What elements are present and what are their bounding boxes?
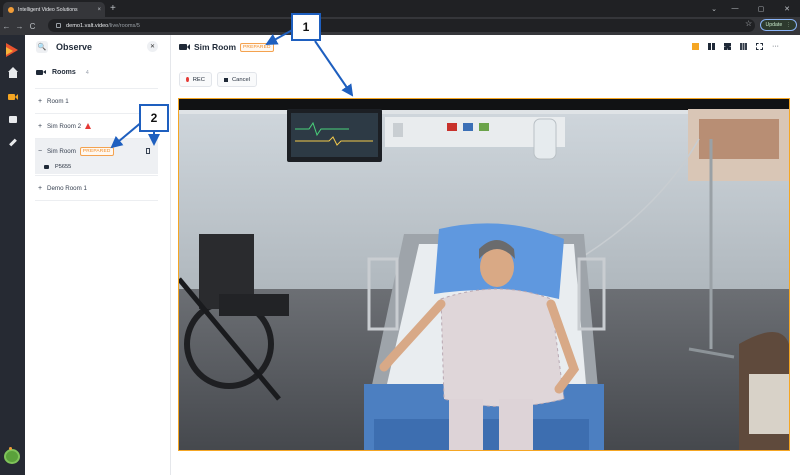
rooms-label: Rooms (52, 69, 76, 76)
layout-toolbar: ··· (692, 43, 779, 50)
maximize-icon[interactable]: ▢ (748, 0, 774, 17)
close-window-icon[interactable]: ✕ (774, 0, 800, 17)
record-dot-icon (186, 77, 189, 82)
collapse-icon[interactable]: − (35, 148, 45, 155)
split-view-icon[interactable] (708, 43, 715, 50)
live-video-feed[interactable] (178, 98, 790, 451)
bookmark-star-icon[interactable]: ☆ (745, 19, 752, 28)
fullscreen-icon[interactable] (756, 43, 763, 50)
reload-icon[interactable]: C (26, 22, 39, 31)
device-item-p5655[interactable]: P5655 (35, 159, 158, 174)
valt-logo-accent (6, 47, 13, 55)
single-view-icon[interactable] (692, 43, 699, 50)
sidebar-title: Observe (56, 42, 93, 52)
update-label: Update (765, 22, 783, 28)
cancel-label: Cancel (231, 76, 250, 83)
valt-favicon-icon (8, 6, 14, 13)
new-tab-button[interactable]: + (110, 3, 116, 15)
expand-icon[interactable]: + (35, 123, 45, 130)
device-name: P5655 (55, 163, 72, 170)
address-bar[interactable]: demo1.valt.video /live/rooms/5 (48, 19, 755, 32)
sim-room-camera-image (179, 99, 789, 450)
more-icon[interactable]: ··· (772, 43, 779, 50)
sidebar-header: 🔍 Observe ✕ (25, 35, 171, 60)
minimize-icon[interactable]: — (722, 0, 748, 17)
rooms-count: 4 (85, 69, 89, 76)
user-avatar-icon[interactable] (4, 447, 20, 464)
observe-camera-icon[interactable] (7, 91, 18, 102)
room-name: Sim Room 2 (47, 122, 82, 130)
app-rail (0, 35, 25, 475)
lock-icon[interactable] (56, 23, 61, 28)
forward-icon[interactable]: → (13, 22, 26, 31)
main-panel: Sim Room PREPARED ··· REC Cancel (171, 35, 800, 475)
tab-search-icon[interactable]: ⌄ (706, 0, 722, 17)
grid9-view-icon[interactable] (740, 43, 747, 50)
admin-key-icon[interactable] (7, 137, 18, 148)
prepared-badge: PREPARED (79, 146, 114, 156)
tab-title: Intelligent Video Solutions (18, 6, 78, 13)
room-name: Room 1 (47, 97, 69, 105)
browser-tab[interactable]: Intelligent Video Solutions × (3, 2, 105, 17)
prepared-badge: PREPARED (240, 42, 274, 52)
rooms-heading: Rooms 4 (36, 69, 89, 76)
room-item-demo-room-1[interactable]: + Demo Room 1 (35, 175, 158, 200)
camera-icon (36, 70, 46, 75)
room-name: Sim Room (47, 147, 76, 155)
warning-icon (85, 123, 92, 129)
observe-sidebar: 🔍 Observe ✕ Rooms 4 + Room 1 + Sim Room … (25, 35, 171, 475)
screen: Intelligent Video Solutions × + ⌄ — ▢ ✕ … (0, 0, 800, 475)
url-path: /live/rooms/5 (108, 22, 141, 29)
search-icon[interactable]: 🔍 (36, 41, 48, 53)
browser-toolbar: ← → C demo1.valt.video /live/rooms/5 (0, 17, 800, 35)
home-icon[interactable] (7, 67, 18, 79)
camera-icon (44, 164, 49, 169)
update-button[interactable]: Update ⋮ (760, 19, 797, 31)
grid4-view-icon[interactable] (724, 43, 731, 50)
room-header: Sim Room PREPARED (179, 42, 274, 52)
browser-tab-strip: Intelligent Video Solutions × + ⌄ — ▢ ✕ (0, 0, 800, 17)
rec-label: REC (192, 76, 205, 83)
expand-icon[interactable]: + (35, 98, 45, 105)
window-controls: ⌄ — ▢ ✕ (706, 0, 800, 17)
browser-menu-icon: ⋮ (786, 22, 792, 28)
tab-close-icon[interactable]: × (97, 7, 101, 13)
page-title: Sim Room (194, 42, 237, 52)
camera-icon (179, 44, 190, 50)
back-icon[interactable]: ← (0, 22, 13, 31)
callout-1: 1 (291, 13, 321, 41)
rec-button[interactable]: REC (179, 72, 212, 87)
recordings-film-icon[interactable] (7, 114, 18, 125)
callout-2: 2 (139, 104, 169, 132)
close-icon[interactable]: ✕ (147, 41, 158, 52)
list-divider (35, 200, 158, 201)
expand-icon[interactable]: + (35, 185, 45, 192)
stop-square-icon (224, 77, 228, 82)
cancel-button[interactable]: Cancel (217, 72, 257, 87)
room-name: Demo Room 1 (47, 184, 87, 192)
stop-prepare-icon[interactable] (146, 148, 150, 154)
url-host: demo1.valt.video (66, 22, 109, 29)
